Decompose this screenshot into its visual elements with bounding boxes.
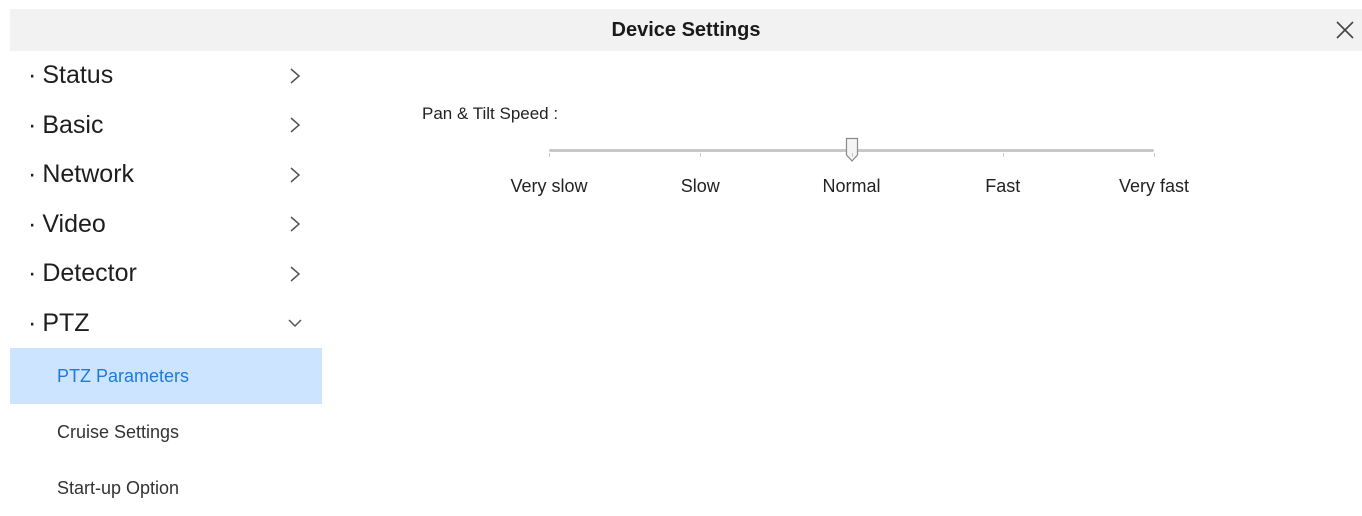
chevron-right-icon	[286, 200, 304, 250]
sidebar-subitem-ptz-parameters[interactable]: PTZ Parameters	[10, 348, 322, 404]
slider-thumb[interactable]	[845, 137, 859, 163]
close-icon	[1336, 21, 1354, 39]
sidebar-item-label: Status	[42, 61, 114, 89]
sidebar-item-ptz[interactable]: · PTZ	[10, 299, 322, 349]
speed-option-normal[interactable]: Normal	[822, 176, 880, 197]
sidebar-item-network[interactable]: · Network	[10, 150, 322, 200]
sidebar-item-label: Basic	[42, 110, 104, 139]
chevron-right-icon	[286, 249, 304, 299]
sidebar-item-label: PTZ	[42, 308, 90, 337]
sidebar-item-basic[interactable]: · Basic	[10, 101, 322, 151]
speed-option-very-slow[interactable]: Very slow	[510, 176, 587, 197]
sidebar-subitem-startup-option[interactable]: Start-up Option	[10, 460, 322, 516]
speed-option-fast[interactable]: Fast	[985, 176, 1020, 197]
settings-sidebar: · Status · Basic · Network · Video · Detector…	[10, 51, 322, 516]
sidebar-item-label: Network	[42, 160, 135, 188]
bullet: ·	[28, 160, 37, 188]
sidebar-item-status[interactable]: · Status	[10, 51, 322, 101]
bullet: ·	[28, 259, 37, 287]
speed-option-slow[interactable]: Slow	[681, 176, 720, 197]
bullet: ·	[28, 110, 37, 139]
slider-tick	[549, 153, 550, 157]
chevron-right-icon	[286, 51, 304, 101]
pan-tilt-speed-label: Pan & Tilt Speed :	[422, 104, 559, 123]
speed-option-very-fast[interactable]: Very fast	[1119, 176, 1189, 197]
chevron-right-icon	[286, 101, 304, 151]
sidebar-item-video[interactable]: · Video	[10, 200, 322, 250]
sidebar-item-label: Detector	[42, 259, 137, 287]
device-settings-dialog: Device Settings · Status · Basic · Network …	[10, 9, 1362, 516]
close-button[interactable]	[1330, 15, 1360, 45]
sidebar-item-detector[interactable]: · Detector	[10, 249, 322, 299]
ptz-parameters-panel: Pan & Tilt Speed : Very slow Slow Normal Fa…	[322, 51, 1362, 516]
chevron-right-icon	[286, 150, 304, 200]
chevron-down-icon	[286, 299, 304, 349]
sidebar-subitem-cruise-settings[interactable]: Cruise Settings	[10, 404, 322, 460]
bullet: ·	[28, 209, 37, 238]
bullet: ·	[28, 308, 37, 337]
dialog-title: Device Settings	[611, 19, 761, 41]
sidebar-item-label: Video	[42, 209, 106, 238]
slider-tick	[1154, 153, 1155, 157]
bullet: ·	[28, 61, 37, 89]
slider-tick	[851, 153, 853, 157]
title-bar: Device Settings	[10, 9, 1362, 51]
slider-tick	[700, 153, 702, 157]
pan-tilt-speed-slider[interactable]	[549, 137, 1155, 171]
slider-tick	[1002, 153, 1004, 157]
